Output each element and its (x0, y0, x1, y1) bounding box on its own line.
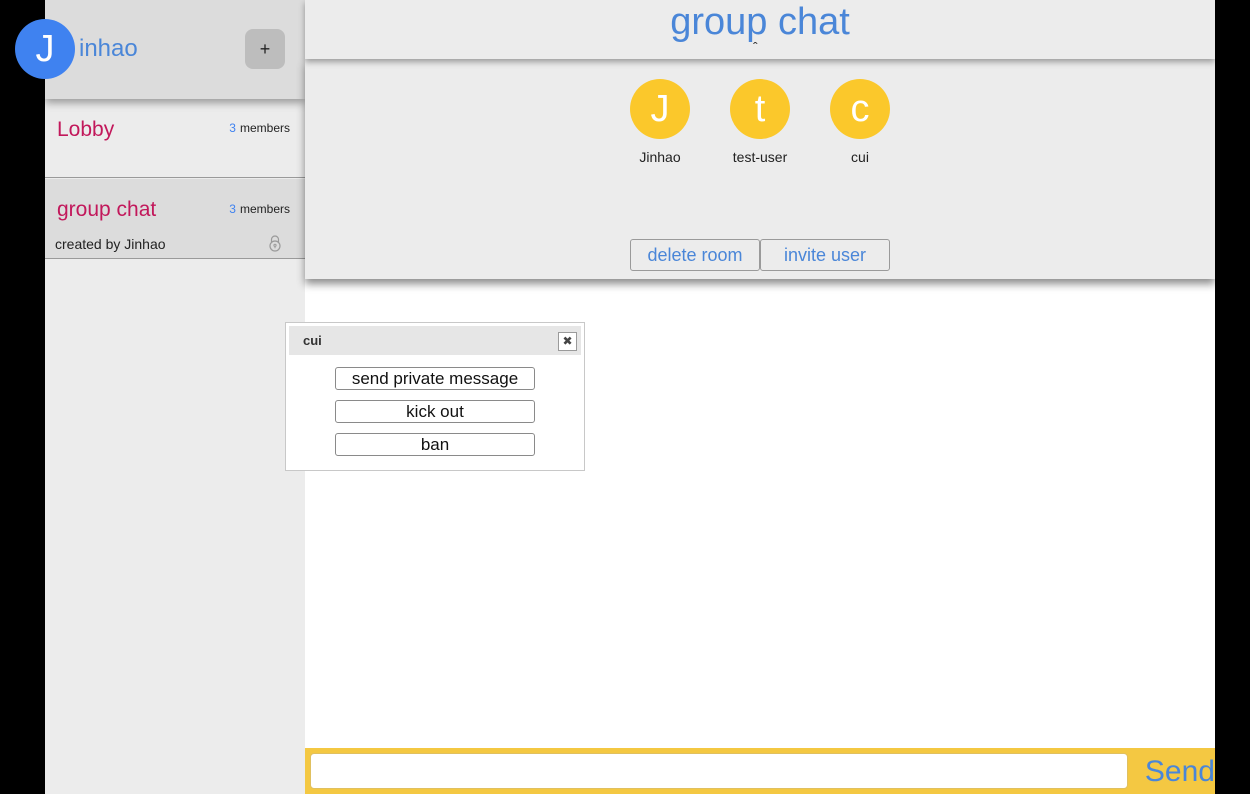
room-name: group chat (57, 198, 157, 221)
member-cui[interactable]: c cui (820, 79, 900, 165)
message-input[interactable] (310, 753, 1128, 789)
add-room-button[interactable]: + (245, 29, 285, 69)
member-name: test-user (732, 149, 788, 165)
user-avatar[interactable]: J (15, 19, 75, 79)
room-title-bar: group chat ˆ (305, 0, 1215, 59)
sidebar: J inhao + Lobby 3 members group chat 3 mem… (15, 0, 305, 794)
delete-room-button[interactable]: delete room (630, 239, 760, 271)
user-name: inhao (79, 35, 138, 62)
members-label: members (239, 202, 290, 216)
room-title: group chat (670, 1, 850, 43)
user-action-popup: cui ✖ send private message kick out ban (285, 322, 585, 471)
popup-header: cui ✖ (289, 326, 581, 355)
room-item-group-chat[interactable]: group chat 3 members created by Jinhao (45, 179, 305, 259)
member-name: Jinhao (639, 149, 681, 165)
chat-app: J inhao + Lobby 3 members group chat 3 mem… (15, 0, 1215, 794)
send-private-message-button[interactable]: send private message (335, 367, 535, 390)
member-jinhao[interactable]: J Jinhao (620, 79, 700, 165)
member-name: cui (851, 149, 869, 165)
room-member-count: 3 members (229, 121, 290, 135)
members-panel: J Jinhao t test-user c cui delete room i… (305, 59, 1215, 279)
member-avatar: c (830, 79, 890, 139)
send-button[interactable]: Send (1133, 750, 1215, 794)
member-count-number: 3 (229, 202, 236, 216)
member-test-user[interactable]: t test-user (720, 79, 800, 165)
close-icon[interactable]: ✖ (558, 332, 577, 351)
invite-user-button[interactable]: invite user (760, 239, 890, 271)
room-name: Lobby (57, 118, 115, 141)
lock-icon (269, 235, 281, 252)
member-avatar: t (730, 79, 790, 139)
member-count-number: 3 (229, 121, 236, 135)
room-item-lobby[interactable]: Lobby 3 members (45, 99, 305, 178)
room-member-count: 3 members (229, 202, 290, 216)
kick-out-button[interactable]: kick out (335, 400, 535, 423)
members-label: members (239, 121, 290, 135)
collapse-caret-icon[interactable]: ˆ (753, 39, 758, 55)
member-avatar: J (630, 79, 690, 139)
popup-title: cui (303, 333, 322, 348)
room-creator: created by Jinhao (55, 236, 166, 252)
composer-bar: Send (305, 748, 1215, 794)
ban-button[interactable]: ban (335, 433, 535, 456)
user-header: J inhao + (15, 0, 305, 99)
